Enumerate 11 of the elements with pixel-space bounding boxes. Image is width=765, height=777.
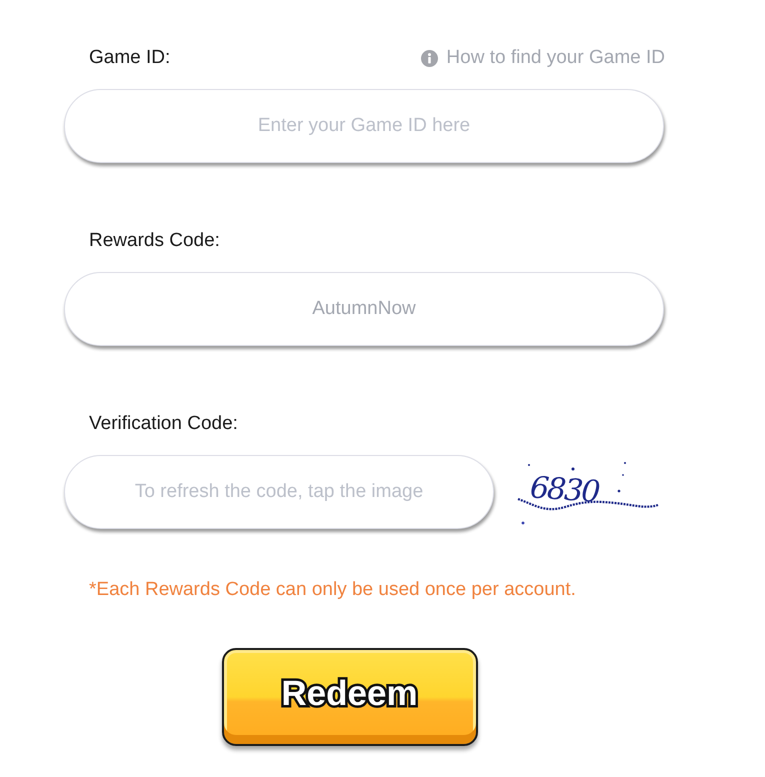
redeem-button[interactable]: Redeem	[222, 648, 478, 746]
verification-code-field[interactable]: To refresh the code, tap the image	[64, 455, 494, 529]
info-icon	[421, 50, 438, 66]
captcha-image[interactable]: 6830	[515, 461, 661, 527]
notice-text: *Each Rewards Code can only be used once per account.	[88, 578, 577, 602]
help-link[interactable]: How to find your Game ID	[421, 44, 665, 72]
rewards-code-field[interactable]: AutumnNow	[64, 272, 664, 346]
field-label: Verification Code:	[89, 413, 238, 434]
field-label: Rewards Code:	[89, 230, 220, 251]
field-label: Game ID:	[89, 46, 170, 70]
game-id-field[interactable]: Enter your Game ID here	[64, 89, 664, 163]
